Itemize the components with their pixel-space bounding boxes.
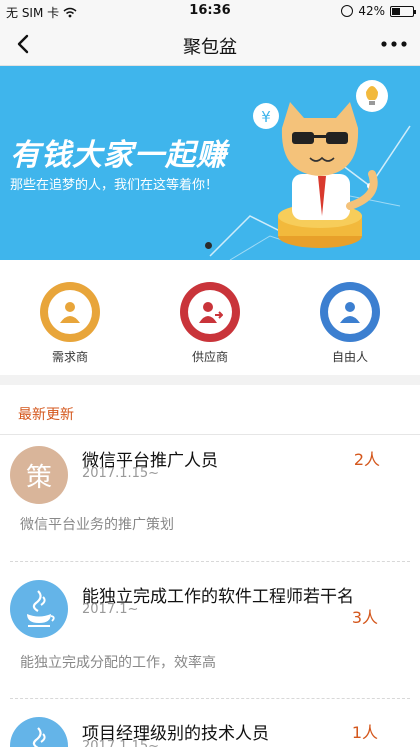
avatar-char: 策: [25, 462, 52, 493]
svg-text:¥: ¥: [261, 108, 271, 126]
banner-headline: 有钱大家一起赚: [10, 138, 227, 173]
page-title: 聚包盆: [183, 37, 237, 58]
status-right: 42%: [341, 4, 416, 18]
list-item[interactable]: 能独立完成工作的软件工程师若干名 2017.1~ 3人 能独立完成分配的工作，效…: [0, 562, 420, 698]
more-icon[interactable]: [378, 30, 410, 58]
battery-fill: [392, 7, 400, 15]
listing-date: 2017.1.15~: [82, 739, 160, 747]
section-divider: [0, 375, 420, 385]
listing-description: 微信平台业务的推广策划: [20, 517, 174, 533]
listing-count: 1人: [351, 723, 378, 742]
avatar: 策: [10, 446, 68, 504]
nav-bar: 聚包盆: [0, 22, 420, 66]
category-label: 需求商: [51, 350, 88, 364]
section-underline: [0, 434, 420, 435]
category-label: 供应商: [191, 350, 228, 364]
battery-icon: [390, 5, 416, 17]
listing-date: 2017.1.15~: [82, 466, 160, 481]
status-bar: 无 SIM 卡 16:36 42%: [0, 0, 420, 22]
promo-banner[interactable]: ¥ 有钱大家一起赚 那些在追梦的人，我们在这等着你！: [0, 66, 420, 260]
java-icon: [10, 717, 68, 747]
category-freelancer[interactable]: 自由人: [310, 282, 390, 365]
carousel-indicator-dot[interactable]: [205, 242, 212, 249]
buyer-icon: [40, 282, 100, 342]
list-item[interactable]: 项目经理级别的技术人员 2017.1.15~ 1人: [0, 699, 420, 747]
listing-count: 3人: [351, 608, 378, 627]
java-icon: [10, 580, 68, 638]
banner-subtitle: 那些在追梦的人，我们在这等着你！: [10, 178, 219, 193]
freelancer-icon: [320, 282, 380, 342]
rotation-lock-icon: [341, 5, 354, 17]
category-label: 自由人: [331, 350, 368, 364]
section-title: 最新更新: [18, 407, 74, 423]
category-buyer[interactable]: 需求商: [30, 282, 110, 365]
listing-date: 2017.1~: [82, 602, 139, 617]
category-supplier[interactable]: 供应商: [170, 282, 250, 365]
battery-percent: 42%: [358, 4, 385, 18]
list-item[interactable]: 策 微信平台推广人员 2017.1.15~ 2人 微信平台业务的推广策划: [0, 436, 420, 561]
category-row: 需求商 供应商 自由人: [0, 260, 420, 375]
supplier-icon: [180, 282, 240, 342]
listing-description: 能独立完成分配的工作，效率高: [20, 655, 216, 671]
listing-count: 2人: [353, 450, 380, 469]
